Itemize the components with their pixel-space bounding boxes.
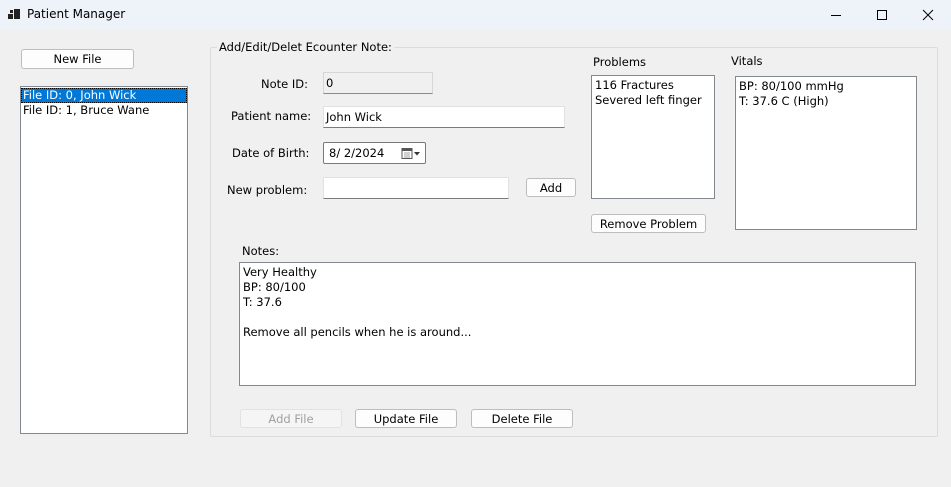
add-problem-button[interactable]: Add xyxy=(526,178,576,197)
minimize-button[interactable] xyxy=(813,0,859,29)
patient-name-label: Patient name: xyxy=(231,109,312,123)
problems-list-item[interactable]: 116 Fractures xyxy=(595,78,711,93)
note-id-label: Note ID: xyxy=(261,77,308,91)
patient-name-field[interactable]: John Wick xyxy=(323,106,565,128)
problems-list-item[interactable]: Severed left finger xyxy=(595,93,711,108)
new-problem-field[interactable] xyxy=(323,177,509,199)
remove-problem-button[interactable]: Remove Problem xyxy=(591,214,706,233)
app-icon xyxy=(8,8,20,20)
add-file-button[interactable]: Add File xyxy=(240,409,342,428)
dob-label: Date of Birth: xyxy=(232,146,310,160)
new-file-button[interactable]: New File xyxy=(21,49,134,69)
close-button[interactable] xyxy=(905,0,951,29)
notes-textarea[interactable]: Very Healthy BP: 80/100 T: 37.6 Remove a… xyxy=(239,262,916,386)
notes-label: Notes: xyxy=(242,244,280,258)
title-bar[interactable]: Patient Manager xyxy=(0,0,951,29)
file-list[interactable]: File ID: 0, John Wick File ID: 1, Bruce … xyxy=(20,86,188,434)
note-groupbox-caption: Add/Edit/Delet Ecounter Note: xyxy=(217,40,394,54)
file-list-item[interactable]: File ID: 1, Bruce Wane xyxy=(21,103,187,118)
minimize-icon xyxy=(831,14,841,16)
problems-label: Problems xyxy=(593,55,647,69)
update-file-button[interactable]: Update File xyxy=(355,409,457,428)
window-title: Patient Manager xyxy=(27,7,126,21)
note-id-field: 0 xyxy=(323,72,433,94)
new-problem-label: New problem: xyxy=(227,183,308,197)
problems-list[interactable]: 116 Fractures Severed left finger xyxy=(591,75,715,199)
vitals-line: T: 37.6 C (High) xyxy=(739,94,829,108)
close-icon xyxy=(922,9,934,20)
calendar-dropdown-icon[interactable] xyxy=(401,147,421,160)
delete-file-button[interactable]: Delete File xyxy=(471,409,573,428)
maximize-button[interactable] xyxy=(859,0,905,29)
dob-datepicker[interactable]: 8/ 2/2024 xyxy=(323,142,426,164)
vitals-line: BP: 80/100 mmHg xyxy=(739,79,844,93)
file-list-item[interactable]: File ID: 0, John Wick xyxy=(21,88,187,103)
vitals-box[interactable]: BP: 80/100 mmHg T: 37.6 C (High) xyxy=(735,76,917,230)
vitals-label: Vitals xyxy=(731,54,763,68)
dob-value: 8/ 2/2024 xyxy=(329,146,385,160)
maximize-icon xyxy=(877,9,887,20)
